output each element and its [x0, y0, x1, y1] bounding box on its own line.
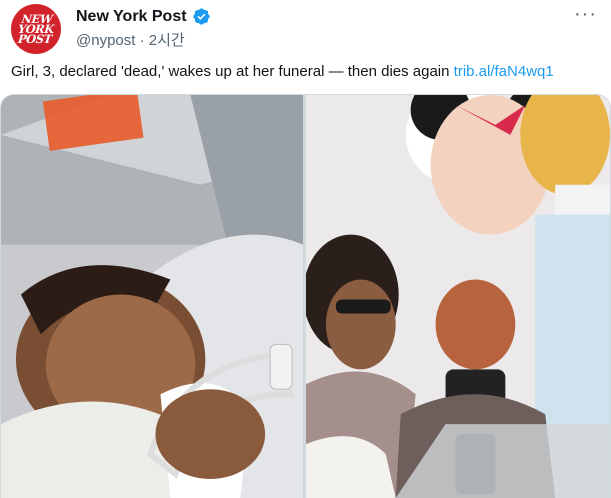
- funeral-photo[interactable]: [306, 95, 610, 498]
- hospital-photo-art: [1, 95, 303, 498]
- handle-row: @nypost · 2시간: [76, 29, 185, 50]
- more-options-icon[interactable]: ···: [574, 4, 597, 24]
- funeral-photo-art: [306, 95, 610, 498]
- author-name[interactable]: New York Post: [76, 8, 187, 26]
- media-grid: [0, 94, 611, 498]
- avatar[interactable]: NEW YORK POST: [11, 4, 61, 54]
- author-row: New York Post: [76, 7, 211, 26]
- tweet-link[interactable]: trib.al/faN4wq1: [454, 63, 554, 80]
- tweet-time[interactable]: 2시간: [149, 32, 185, 49]
- tweet-text: Girl, 3, declared 'dead,' wakes up at he…: [11, 63, 554, 80]
- verified-badge-icon: [192, 7, 211, 26]
- tweet-body: Girl, 3, declared 'dead,' wakes up at he…: [11, 63, 450, 80]
- avatar-logo: NEW YORK POST: [17, 12, 55, 46]
- hospital-photo[interactable]: [1, 95, 303, 498]
- author-handle[interactable]: @nypost: [76, 32, 135, 49]
- meta-separator: ·: [139, 32, 145, 49]
